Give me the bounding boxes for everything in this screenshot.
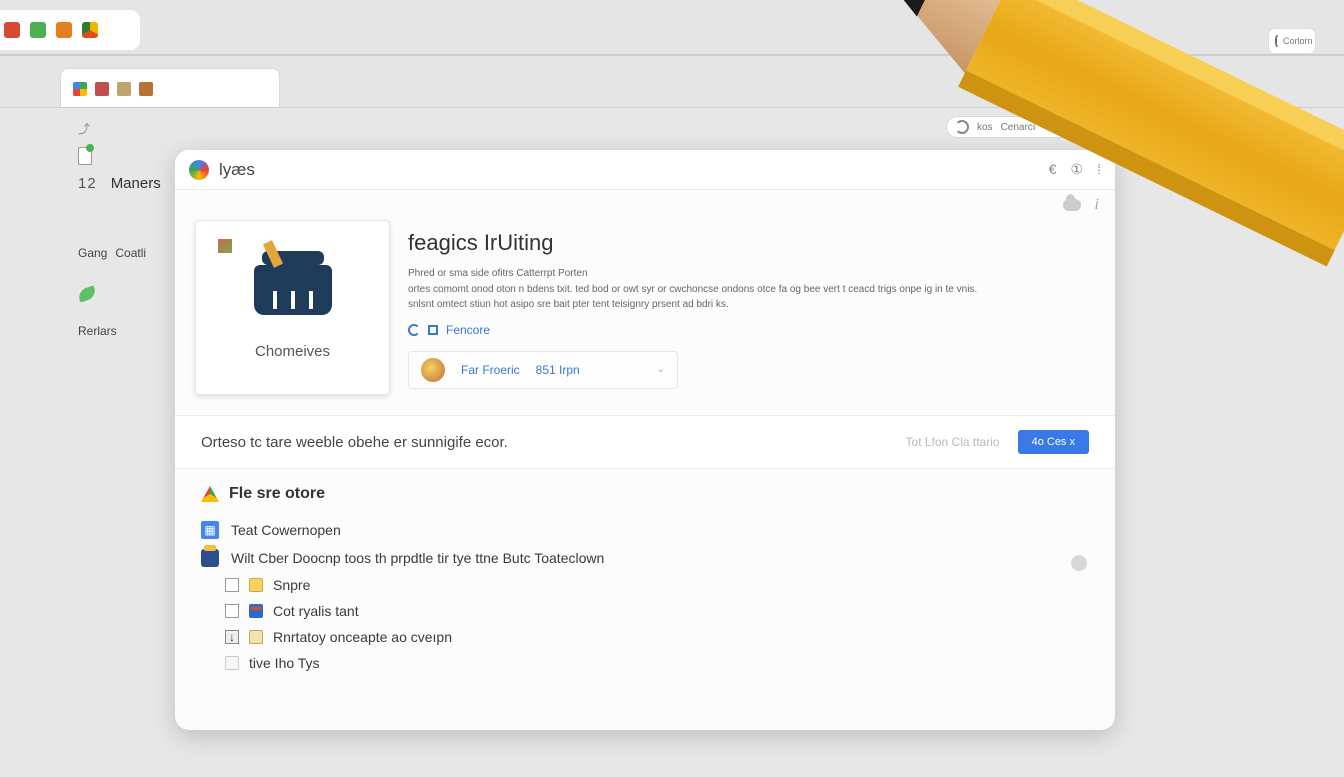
square-small-icon [428,325,438,335]
hero-desc-line-3: snlsnt omtect stiun hot asipo sre bait p… [408,297,1095,313]
list-item-label: Rnrtatoy onceapte ao cveıpn [273,629,452,645]
list-item[interactable]: Wilt Cber Doocnp toos th prpdtle tir tye… [201,549,1089,567]
basket-pencil-icon [262,240,282,268]
favicon-amber [139,82,153,96]
page-pale-icon [225,656,239,670]
favicon-chrome [73,82,87,96]
refresh-icon [1275,35,1279,47]
profile-meta: 851 Irpn [536,363,580,377]
cube-icon [218,239,232,253]
toolbar-random-glyph: ⤴ [78,120,90,137]
hero-section: Chomeives feagics IrUiting Phred or sma … [175,220,1115,415]
history-icon [955,120,969,134]
hero-card-caption: Chomeives [255,343,330,360]
clipboard-icon [249,630,263,644]
app-icon-orange [56,22,72,38]
prompt-bar: Orteso tc tare weeble obehe er sunnigife… [175,415,1115,469]
cloud-icon[interactable] [1063,199,1081,211]
list-item[interactable]: ↓ Rnrtatoy onceapte ao cveıpn [201,629,1089,645]
header-action-a[interactable]: € [1049,161,1057,178]
list-item-label: Snpre [273,577,310,593]
app-icon-red [4,22,20,38]
doc-icon: ▦ [201,521,219,539]
list-item[interactable]: Cot ryalis tant [201,603,1089,619]
card-icon [249,604,263,618]
info-icon[interactable]: i [1095,196,1099,214]
app-subheader: i [175,190,1115,220]
list-item-label: Teat Cowernopen [231,522,341,538]
brush-icon[interactable] [1071,555,1087,571]
sidebar-counter: 12 [78,175,97,192]
profile-chip[interactable]: Far Froeric 851 Irpn ⌄ [408,351,678,389]
file-list-heading: Fle sre otore [201,485,1089,503]
list-item[interactable]: ▦ Teat Cowernopen [201,521,1089,539]
app-icon-chrome [82,22,98,38]
favicon-tan [117,82,131,96]
corner-badge[interactable]: Corlorn [1268,28,1316,54]
app-icon-green [30,22,46,38]
sidebar-label-coat[interactable]: Coatli [115,246,146,260]
list-item[interactable]: tive Iho Tys [201,655,1089,671]
sidebar-label-reclars[interactable]: Rerlars [78,324,117,338]
history-label-a: kos [977,122,993,133]
history-pill[interactable]: kos Cenarcı [946,116,1082,138]
feature-link[interactable]: Fencore [408,323,1095,337]
download-icon: ↓ [225,630,239,644]
sidebar-label-maners[interactable]: Maners [111,175,161,192]
app-title: lyæs [219,160,255,180]
refresh-small-icon [408,324,420,336]
wallet-icon [201,549,219,567]
app-logo [189,160,209,180]
drive-icon [201,486,219,502]
prompt-secondary-text: Tot Lfon Cla ttario [906,435,1000,449]
leaf-icon [76,285,97,302]
basket-icon [254,265,332,315]
list-item-label: Cot ryalis tant [273,603,359,619]
page-outline-icon [225,578,239,592]
file-list-heading-label: Fle sre otore [229,485,325,503]
corner-badge-label: Corlorn [1283,36,1313,46]
avatar [421,358,445,382]
history-label-b: Cenarcı [1001,122,1036,133]
list-item-label: tive Iho Tys [249,655,320,671]
app-header: lyæs € ① ⁞ [175,150,1115,190]
hero-desc-line-1: Phred or sma side ofitrs Catterrpt Porte… [408,266,1095,282]
header-action-b[interactable]: ① [1071,161,1084,178]
profile-name: Far Froeric [461,363,520,377]
prompt-cta-button[interactable]: 4o Ces x [1018,430,1089,454]
header-action-c[interactable]: ⁞ [1097,161,1101,178]
sidebar-label-gang[interactable]: Gang [78,246,107,260]
hero-card[interactable]: Chomeives [195,220,390,395]
favicon-red [95,82,109,96]
page-column-icon [225,604,239,618]
hero-desc-line-2: ortes comomt onod oton n bdens txit. ted… [408,282,1095,298]
hero-title: feagics IrUiting [408,230,1095,256]
divider [0,54,1344,56]
browser-tab-outer[interactable] [0,10,140,50]
app-window: lyæs € ① ⁞ i Chomeives feagics IrUiting … [175,150,1115,730]
prompt-message: Orteso tc tare weeble obehe er sunnigife… [201,434,508,451]
list-item-label: Wilt Cber Doocnp toos th prpdtle tir tye… [231,550,604,566]
file-list: Fle sre otore ▦ Teat Cowernopen Wilt Cbe… [175,469,1115,671]
feature-link-label: Fencore [446,323,490,337]
browser-tab-inner[interactable] [60,68,280,108]
clipboard-icon [249,578,263,592]
page-icon [78,147,92,165]
chevron-down-icon: ⌄ [657,364,665,375]
sidebar: ⤴ 12 Maners Gang Coatli Rerlars [78,120,173,338]
list-item[interactable]: Snpre [201,577,1089,593]
